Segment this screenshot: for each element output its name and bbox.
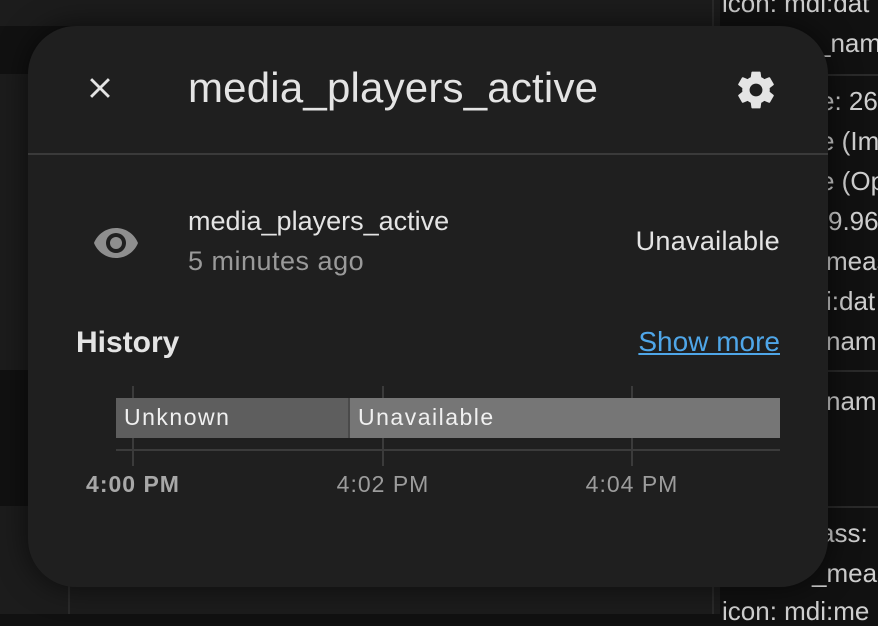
background-text: i:dat — [826, 286, 876, 316]
background-text: e: 26 — [820, 86, 878, 116]
more-info-dialog: media_players_active media_players_activ… — [28, 26, 828, 587]
timeline-axis — [116, 449, 780, 451]
history-timeline: Unknown Unavailable 4:00 PM 4:02 PM 4:04… — [28, 382, 828, 522]
entity-last-changed: 5 minutes ago — [188, 246, 365, 276]
show-more-link[interactable]: Show more — [638, 326, 780, 358]
header-divider — [28, 153, 828, 155]
background-text: 9.96 — [828, 206, 878, 236]
background-text: e (Op — [820, 166, 878, 196]
background-text: nam — [826, 386, 877, 416]
background-text: nam — [826, 326, 877, 356]
tick-label: 4:04 PM — [585, 471, 679, 497]
close-icon — [90, 78, 110, 98]
gear-icon — [738, 71, 774, 109]
timeline-segment-unavailable[interactable]: Unavailable — [350, 398, 780, 438]
entity-name: media_players_active — [188, 206, 450, 236]
tick-label: 4:02 PM — [336, 471, 430, 497]
close-button[interactable] — [78, 66, 122, 110]
dialog-title: media_players_active — [188, 64, 599, 111]
background-text: _meas — [812, 558, 878, 588]
background-text: icon: mdi:me — [722, 596, 870, 626]
history-title: History — [76, 326, 180, 359]
background-text: meas — [826, 246, 878, 276]
entity-row[interactable]: media_players_active 5 minutes ago Unava… — [28, 196, 828, 286]
background-text: icon: mdi:dat — [722, 0, 870, 18]
eye-icon — [94, 228, 138, 258]
settings-button[interactable] — [732, 66, 780, 114]
entity-state: Unavailable — [635, 226, 780, 256]
background-card — [0, 0, 720, 26]
background-text: e (Im — [820, 126, 878, 156]
dialog-header: media_players_active — [28, 26, 828, 154]
timeline-segment-unknown[interactable]: Unknown — [116, 398, 350, 438]
tick-label: 4:00 PM — [86, 471, 180, 497]
